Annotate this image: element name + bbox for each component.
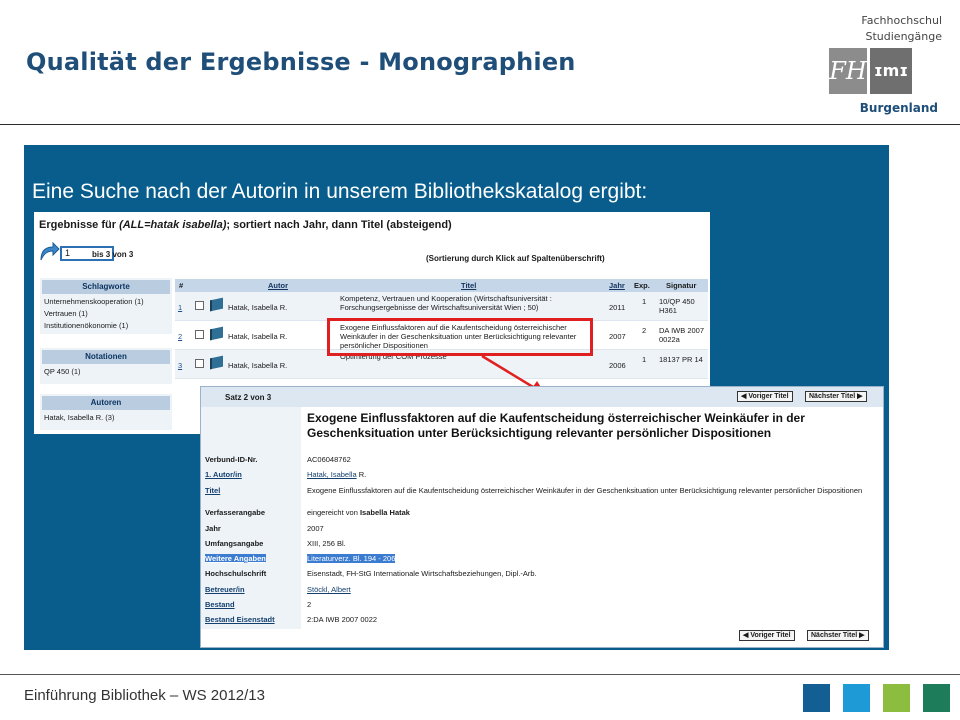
facet-header: Notationen xyxy=(42,350,170,364)
footer-square-3 xyxy=(883,684,910,712)
sort-hint: (Sortierung durch Klick auf Spaltenübers… xyxy=(426,254,605,263)
book-icon xyxy=(210,355,223,370)
row-exp: 2 xyxy=(642,326,647,335)
slide-title: Qualität der Ergebnisse - Monographien xyxy=(26,48,576,76)
facet-autoren: Autoren Hatak, Isabella R. (3) xyxy=(40,394,172,430)
row-number[interactable]: 2 xyxy=(178,332,182,341)
next-title-button[interactable]: Nächster Titel ▶ xyxy=(805,391,867,402)
header-divider xyxy=(0,124,960,125)
row-exp: 1 xyxy=(642,355,647,364)
row-jahr: 2006 xyxy=(609,361,626,370)
field-label: Jahr xyxy=(205,524,221,533)
column-num: # xyxy=(179,281,184,290)
facet-item[interactable]: QP 450 (1) xyxy=(40,364,172,378)
row-autor: Hatak, Isabella R. xyxy=(228,361,288,370)
footer-square-4 xyxy=(923,684,950,712)
results-title-query: (ALL=hatak isabella) xyxy=(119,219,227,231)
facet-schlagworte: Schlagworte Unternehmenskooperation (1) … xyxy=(40,278,172,334)
record-counter: Satz 2 von 3 xyxy=(225,393,272,402)
logo-line-3: Burgenland xyxy=(859,101,938,115)
results-title-suffix: ; sortiert nach Jahr, dann Titel (abstei… xyxy=(226,219,452,231)
prev-title-button[interactable]: ◀ Voriger Titel xyxy=(737,391,793,402)
footer-divider xyxy=(0,674,960,675)
select-checkbox[interactable] xyxy=(195,301,204,310)
selected-text: Literaturverz. Bl. 194 - 206 xyxy=(307,554,396,563)
facet-item[interactable]: Hatak, Isabella R. (3) xyxy=(40,410,172,424)
column-autor[interactable]: Autor xyxy=(268,281,288,290)
logo-line-2: Studiengänge xyxy=(865,30,943,43)
footer-text: Einführung Bibliothek – WS 2012/13 xyxy=(24,687,265,704)
field-value: Eisenstadt, FH-StG Internationale Wirtsc… xyxy=(307,569,537,578)
page-info: bis 3 von 3 xyxy=(92,250,134,259)
back-arrow-icon[interactable] xyxy=(38,242,60,262)
field-label-link[interactable]: Bestand Eisenstadt xyxy=(205,615,275,624)
row-titel[interactable]: Kompetenz, Vertrauen und Kooperation (Wi… xyxy=(340,294,602,312)
row-number[interactable]: 1 xyxy=(178,303,182,312)
field-value: AC06048762 xyxy=(307,455,351,464)
field-label: Umfangsangabe xyxy=(205,539,264,548)
facet-notationen: Notationen QP 450 (1) xyxy=(40,348,172,384)
field-label-link[interactable]: Weitere Angaben xyxy=(205,554,266,563)
row-number[interactable]: 3 xyxy=(178,361,182,370)
prev-title-button-bottom[interactable]: ◀ Voriger Titel xyxy=(739,630,795,641)
row-exp: 1 xyxy=(642,297,647,306)
fh-burgenland-logo: Fachhochschul Studiengänge FH ɪmɪ Burgen… xyxy=(826,8,960,118)
verf-name: Isabella Hatak xyxy=(359,508,410,517)
field-label: Hochschulschrift xyxy=(205,569,267,578)
results-title-prefix: Ergebnisse für xyxy=(39,219,120,231)
facet-header: Schlagworte xyxy=(42,280,170,294)
column-signatur: Signatur xyxy=(666,281,697,290)
column-exp: Exp. xyxy=(634,281,650,290)
row-jahr: 2007 xyxy=(609,332,626,341)
verf-prefix: eingereicht von xyxy=(307,508,360,517)
record-title: Exogene Einflussfaktoren auf die Kaufent… xyxy=(307,411,805,440)
field-label-link[interactable]: Bestand xyxy=(205,600,235,609)
row-signatur: 18137 PR 14 xyxy=(659,355,703,364)
results-title: Ergebnisse für (ALL=hatak isabella); sor… xyxy=(39,219,452,231)
logo-mark-right: ɪmɪ xyxy=(870,48,912,94)
column-jahr[interactable]: Jahr xyxy=(609,281,625,290)
row-signatur: DA IWB 2007 0022a xyxy=(659,326,705,344)
field-value: Hatak, Isabella R. xyxy=(307,470,867,479)
next-title-button-bottom[interactable]: Nächster Titel ▶ xyxy=(807,630,869,641)
logo-mark-left: FH xyxy=(829,48,867,94)
field-value: 2:DA IWB 2007 0022 xyxy=(307,615,378,624)
row-autor: Hatak, Isabella R. xyxy=(228,332,288,341)
field-value: XIII, 256 Bl. xyxy=(307,539,346,548)
select-checkbox[interactable] xyxy=(195,359,204,368)
table-row[interactable]: 1 Hatak, Isabella R. Kompetenz, Vertraue… xyxy=(175,292,708,321)
author-link[interactable]: Hatak, Isabella xyxy=(307,470,357,479)
field-label-link[interactable]: 1. Autor/in xyxy=(205,470,242,479)
facet-item[interactable]: Institutionenökonomie (1) xyxy=(40,320,172,332)
field-value: 2007 xyxy=(307,524,324,533)
row-jahr: 2011 xyxy=(609,303,626,312)
field-label-link[interactable]: Betreuer/in xyxy=(205,585,245,594)
field-value: Exogene Einflussfaktoren auf die Kaufent… xyxy=(307,486,863,495)
field-value: Literaturverz. Bl. 194 - 206 xyxy=(307,554,867,563)
field-label-link[interactable]: Titel xyxy=(205,486,220,495)
author-suffix: R. xyxy=(356,470,367,479)
row-signatur: 10/QP 450 H361 xyxy=(659,297,695,315)
title-label-bg xyxy=(201,407,301,447)
select-checkbox[interactable] xyxy=(195,330,204,339)
footer-square-2 xyxy=(843,684,870,712)
footer-square-1 xyxy=(803,684,830,712)
facet-header: Autoren xyxy=(42,396,170,410)
field-label: Verfasserangabe xyxy=(205,508,266,517)
field-value-link[interactable]: Stöckl, Albert xyxy=(307,585,867,594)
panel-caption: Eine Suche nach der Autorin in unserem B… xyxy=(32,180,648,203)
logo-line-1: Fachhochschul xyxy=(861,14,942,27)
book-icon xyxy=(210,297,223,312)
detail-screenshot: Satz 2 von 3 ◀ Voriger Titel Nächster Ti… xyxy=(200,386,884,648)
facet-item[interactable]: Vertrauen (1) xyxy=(40,308,172,320)
column-titel[interactable]: Titel xyxy=(461,281,476,290)
facet-item[interactable]: Unternehmenskooperation (1) xyxy=(40,294,172,308)
field-value: 2 xyxy=(307,600,312,609)
field-value: eingereicht von Isabella Hatak xyxy=(307,508,867,517)
row-autor: Hatak, Isabella R. xyxy=(228,303,288,312)
field-label: Verbund-ID-Nr. xyxy=(205,455,258,464)
book-icon xyxy=(210,326,223,341)
highlight-box xyxy=(327,318,593,356)
results-table-header: # Autor Titel Jahr Exp. Signatur xyxy=(175,279,708,292)
